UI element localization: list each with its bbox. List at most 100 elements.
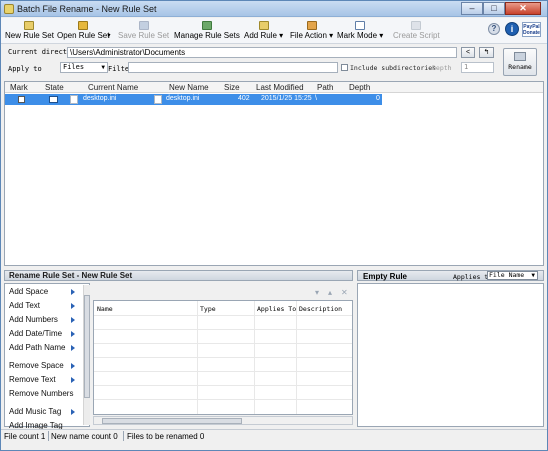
column-header-state[interactable]: State [45, 83, 64, 92]
folder-open-icon [78, 21, 89, 30]
minimize-button[interactable]: – [461, 2, 483, 15]
open-rule-set-label: Open Rule Set [57, 31, 110, 40]
table-row[interactable]: desktop.ini desktop.ini 402 2015/1/25 15… [5, 94, 382, 105]
column-header-depth[interactable]: Depth [349, 83, 370, 92]
column-header-path[interactable]: Path [317, 83, 333, 92]
apply-to-select[interactable]: Files ▼ [60, 62, 108, 73]
manage-rule-sets-button[interactable]: Manage Rule Sets [174, 18, 240, 44]
help-icon[interactable]: ? [488, 23, 500, 35]
filter-input[interactable] [128, 62, 338, 73]
list-item-remove-numbers[interactable]: Remove Numbers [9, 389, 73, 398]
column-header-current-name[interactable]: Current Name [88, 83, 138, 92]
mark-checkbox[interactable] [18, 96, 25, 103]
files-to-rename-status: Files to be renamed 0 [127, 432, 205, 441]
column-header-mark[interactable]: Mark [10, 83, 28, 92]
rule-category-list: Add Space Add Text Add Numbers Add Date/… [4, 283, 90, 430]
include-subdirectories-checkbox[interactable] [341, 64, 348, 71]
size-cell: 402 [238, 95, 250, 102]
row-divider [94, 329, 352, 330]
chevron-right-icon [71, 289, 75, 295]
toolbar: New Rule Set Open Rule Set ▾ Save Rule S… [1, 18, 547, 44]
file-list[interactable]: Mark State Current Name New Name Size La… [4, 81, 544, 266]
column-header-name[interactable]: Name [97, 305, 113, 313]
column-header-type[interactable]: Type [200, 305, 216, 313]
mark-mode-button[interactable]: Mark Mode ▾ [337, 18, 383, 44]
mark-mode-label: Mark Mode ▾ [337, 31, 384, 40]
include-subdirectories-label: Include subdirectories [350, 64, 437, 72]
new-name-count-status: New name count 0 [51, 432, 118, 441]
vertical-scrollbar[interactable] [83, 285, 90, 425]
status-divider [123, 431, 124, 441]
file-action-label: File Action ▾ [290, 31, 334, 40]
current-name-cell: desktop.ini [83, 95, 117, 102]
column-header-description[interactable]: Description [299, 305, 342, 313]
horizontal-scrollbar[interactable] [93, 416, 353, 425]
chevron-down-icon[interactable]: ▾ [315, 288, 319, 297]
scrollbar-thumb[interactable] [84, 295, 90, 398]
script-icon [411, 21, 422, 30]
file-action-button[interactable]: File Action ▾ [290, 18, 333, 44]
back-button[interactable]: < [461, 47, 475, 58]
applies-to-value: File Name [489, 271, 525, 279]
maximize-button[interactable]: □ [483, 2, 505, 15]
list-item-add-music-tag[interactable]: Add Music Tag [9, 407, 61, 416]
new-rule-set-button[interactable]: New Rule Set [5, 18, 54, 44]
add-rule-label: Add Rule ▾ [244, 31, 284, 40]
list-item-add-path-name[interactable]: Add Path Name [9, 343, 65, 352]
rename-icon [514, 52, 526, 61]
list-item-remove-text[interactable]: Remove Text [9, 375, 56, 384]
chevron-up-icon[interactable]: ▴ [328, 288, 332, 297]
paypal-donate-button[interactable]: PayPal Donate [522, 22, 541, 37]
current-directory-input[interactable]: \Users\Administrator\Documents [67, 47, 457, 58]
new-name-cell: desktop.ini [166, 95, 200, 102]
chevron-down-icon: ▾ [107, 33, 111, 39]
info-icon[interactable]: i [505, 22, 519, 36]
column-divider [296, 301, 297, 414]
depth-cell: 0 [376, 95, 380, 102]
app-window: Batch File Rename - New Rule Set – □ ✕ N… [0, 0, 548, 451]
file-count-status: File count 1 [4, 432, 46, 441]
file-icon [70, 95, 78, 104]
book-icon [49, 96, 58, 103]
rename-label: Rename [508, 63, 532, 71]
row-divider [94, 343, 352, 344]
depth-spinner[interactable]: 1 [461, 62, 494, 73]
apply-to-value: Files [63, 63, 85, 71]
list-item-remove-space[interactable]: Remove Space [9, 361, 64, 370]
list-item-add-space[interactable]: Add Space [9, 287, 48, 296]
column-header-applies-to[interactable]: Applies To [257, 305, 296, 313]
apply-to-label: Apply to [8, 65, 42, 73]
row-divider [94, 399, 352, 400]
close-icon[interactable]: ✕ [341, 288, 348, 297]
add-rule-icon [258, 21, 269, 30]
last-modified-cell: 2015/1/25 15:25 [261, 95, 312, 102]
list-item-add-text[interactable]: Add Text [9, 301, 40, 310]
directory-panel: Current directory \Users\Administrator\D… [4, 46, 544, 78]
open-rule-set-button[interactable]: Open Rule Set [57, 18, 109, 44]
window-title: Batch File Rename - New Rule Set [17, 4, 157, 14]
create-script-button[interactable]: Create Script [393, 18, 440, 44]
chevron-right-icon [71, 331, 75, 337]
close-button[interactable]: ✕ [505, 2, 541, 15]
column-divider [254, 301, 255, 414]
column-header-new-name[interactable]: New Name [169, 83, 209, 92]
chevron-down-icon: ▼ [531, 272, 535, 279]
save-rule-set-button[interactable]: Save Rule Set [118, 18, 169, 44]
chevron-right-icon [71, 377, 75, 383]
list-item-add-date-time[interactable]: Add Date/Time [9, 329, 62, 338]
rules-table[interactable]: Name Type Applies To Description [93, 300, 353, 415]
column-header-last-modified[interactable]: Last Modified [256, 83, 304, 92]
column-header-size[interactable]: Size [224, 83, 240, 92]
manage-icon [201, 21, 212, 30]
applies-to-select[interactable]: File Name ▼ [487, 271, 538, 280]
scrollbar-thumb[interactable] [102, 418, 242, 424]
save-rule-set-label: Save Rule Set [118, 31, 170, 40]
file-action-icon [306, 21, 317, 30]
add-rule-button[interactable]: Add Rule ▾ [244, 18, 283, 44]
list-item-add-numbers[interactable]: Add Numbers [9, 315, 58, 324]
chevron-down-icon: ▼ [101, 64, 105, 71]
status-bar: File count 1 New name count 0 Files to b… [1, 429, 547, 442]
window-controls: – □ ✕ [461, 2, 541, 15]
rename-button[interactable]: Rename [503, 48, 537, 76]
parent-folder-button[interactable]: ↰ [479, 47, 494, 58]
